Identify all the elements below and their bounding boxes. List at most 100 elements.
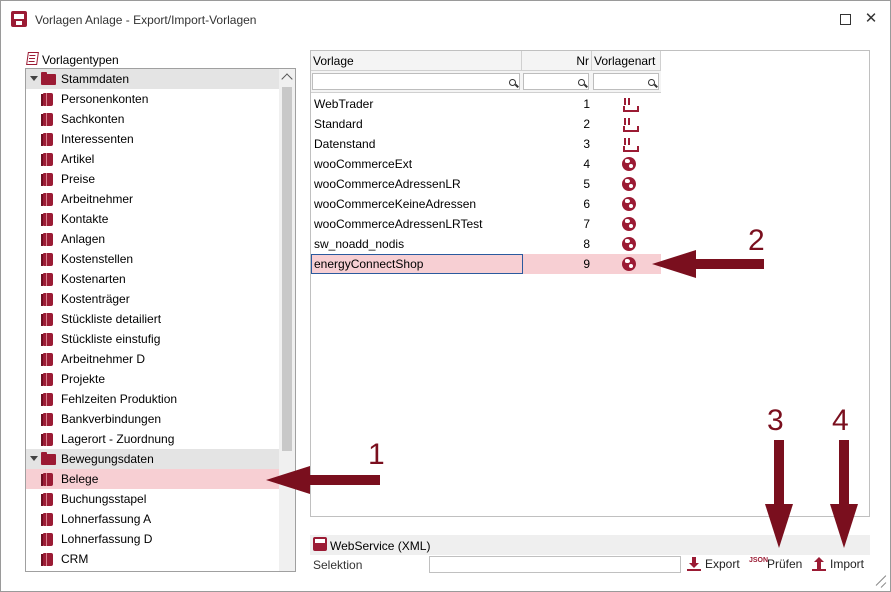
cell-nr: 1 <box>583 97 590 111</box>
tree-scrollbar[interactable] <box>279 69 295 571</box>
close-button[interactable]: ✕ <box>863 11 879 27</box>
search-icon <box>509 79 516 86</box>
export-label: Export <box>705 557 740 571</box>
tree-item[interactable]: Belege <box>26 469 279 489</box>
book-icon <box>41 433 53 446</box>
column-header-vorlagenart[interactable]: Vorlagenart <box>592 51 661 71</box>
tree-item[interactable]: Kostenträger <box>26 289 279 309</box>
tree-item[interactable]: Artikel <box>26 149 279 169</box>
annotation-arrow-shaft-1 <box>308 475 380 485</box>
annotation-arrow-head-4 <box>830 504 858 548</box>
table-row[interactable]: wooCommerceExt 4 <box>311 154 661 174</box>
tree-item-label: Artikel <box>61 152 95 166</box>
selektion-input[interactable] <box>429 556 681 573</box>
main-window: Vorlagen Anlage - Export/Import-Vorlagen… <box>0 0 891 592</box>
tree-item[interactable]: Anlagen <box>26 229 279 249</box>
tree-item-label: Kostenarten <box>61 272 126 286</box>
tree-item-label: Bankverbindungen <box>61 412 162 426</box>
tree-item[interactable]: Projekte <box>26 369 279 389</box>
maximize-button[interactable] <box>837 11 853 27</box>
tree-item[interactable]: Kostenstellen <box>26 249 279 269</box>
tree-item[interactable]: Stückliste detailiert <box>26 309 279 329</box>
tree-item[interactable]: Arbeitnehmer <box>26 189 279 209</box>
tree-header-label: Vorlagentypen <box>42 53 119 67</box>
tree-rows: Stammdaten Personenkonten Sachkonten Intere… <box>26 69 279 569</box>
tree-item[interactable]: Personenkonten <box>26 89 279 109</box>
scroll-thumb[interactable] <box>282 87 292 451</box>
webservice-label: WebService (XML) <box>330 539 431 553</box>
tree-group-1[interactable]: Bewegungsdaten <box>26 449 279 469</box>
cell-vorlage: energyConnectShop <box>314 257 424 271</box>
filter-nr-input[interactable] <box>523 73 589 90</box>
import-label: Import <box>830 557 865 571</box>
book-icon <box>41 213 53 226</box>
cell-nr: 7 <box>583 217 590 231</box>
table-row[interactable]: wooCommerceKeineAdressen 6 <box>311 194 661 214</box>
cell-nr: 4 <box>583 157 590 171</box>
collapse-icon[interactable] <box>30 76 38 81</box>
tree-group-label: Bewegungsdaten <box>61 452 154 466</box>
table-row[interactable]: WebTrader 1 <box>311 94 661 114</box>
annotation-number-2: 2 <box>748 224 765 257</box>
tree-item-label: Lohnerfassung D <box>61 532 153 546</box>
table-row[interactable]: Datenstand 3 <box>311 134 661 154</box>
template-grid[interactable]: Vorlage Nr Vorlagenart WebTrader 1 Standar… <box>310 50 870 517</box>
tree-item[interactable]: CRM <box>26 549 279 569</box>
table-row[interactable]: energyConnectShop 9 <box>311 254 661 274</box>
tree-item[interactable]: Stückliste einstufig <box>26 329 279 349</box>
tree-item[interactable]: Fehlzeiten Produktion <box>26 389 279 409</box>
tree-item[interactable]: Bankverbindungen <box>26 409 279 429</box>
tree-item[interactable]: Preise <box>26 169 279 189</box>
annotation-arrow-shaft-3 <box>774 440 784 506</box>
search-icon <box>578 79 585 86</box>
cell-nr: 2 <box>583 117 590 131</box>
tree-item-label: Personenkonten <box>61 92 149 106</box>
cell-vorlage: wooCommerceExt <box>314 157 413 171</box>
column-header-vorlage[interactable]: Vorlage <box>311 51 522 71</box>
tree-item[interactable]: Kontakte <box>26 209 279 229</box>
globe-icon <box>622 217 636 231</box>
scroll-up-icon[interactable] <box>281 73 293 85</box>
tree-item-label: Kostenträger <box>61 292 130 306</box>
table-row[interactable]: wooCommerceAdressenLRTest 7 <box>311 214 661 234</box>
filter-vorlagenart-input[interactable] <box>593 73 659 90</box>
book-icon <box>41 513 53 526</box>
table-row[interactable]: wooCommerceAdressenLR 5 <box>311 174 661 194</box>
tree-item[interactable]: Lohnerfassung D <box>26 529 279 549</box>
tree-group-0[interactable]: Stammdaten <box>26 69 279 89</box>
cell-nr: 5 <box>583 177 590 191</box>
filter-vorlage-input[interactable] <box>312 73 520 90</box>
book-icon <box>41 293 53 306</box>
tree-item-label: Fehlzeiten Produktion <box>61 392 178 406</box>
globe-icon <box>622 177 636 191</box>
cell-nr: 8 <box>583 237 590 251</box>
table-row[interactable]: Standard 2 <box>311 114 661 134</box>
book-icon <box>41 233 53 246</box>
column-header-nr[interactable]: Nr <box>522 51 592 71</box>
grid-header: Vorlage Nr Vorlagenart <box>311 51 661 71</box>
tree-item-label: Anlagen <box>61 232 106 246</box>
collapse-icon[interactable] <box>30 456 38 461</box>
tree-item[interactable]: Sachkonten <box>26 109 279 129</box>
table-row[interactable]: sw_noadd_nodis 8 <box>311 234 661 254</box>
tree-item-label: Preise <box>61 172 96 186</box>
tree-item[interactable]: Kostenarten <box>26 269 279 289</box>
tree-item-label: Stückliste einstufig <box>61 332 161 346</box>
folder-icon <box>41 72 56 85</box>
template-type-tree[interactable]: Stammdaten Personenkonten Sachkonten Intere… <box>25 68 296 572</box>
tree-item[interactable]: Buchungsstapel <box>26 489 279 509</box>
selektion-label: Selektion <box>313 558 363 572</box>
book-icon <box>41 493 53 506</box>
tree-item[interactable]: Arbeitnehmer D <box>26 349 279 369</box>
annotation-arrow-head-1 <box>266 466 310 494</box>
tree-item[interactable]: Lagerort - Zuordnung <box>26 429 279 449</box>
annotation-number-3: 3 <box>767 404 784 437</box>
resize-grip-icon[interactable] <box>874 575 888 589</box>
tree-header: Vorlagentypen <box>25 50 295 68</box>
tree-group-label: Stammdaten <box>61 72 130 86</box>
tree-item[interactable]: Lohnerfassung A <box>26 509 279 529</box>
pruefen-label: Prüfen <box>767 557 803 571</box>
tree-item[interactable]: Interessenten <box>26 129 279 149</box>
book-icon <box>41 393 53 406</box>
cell-vorlage: WebTrader <box>314 97 374 111</box>
